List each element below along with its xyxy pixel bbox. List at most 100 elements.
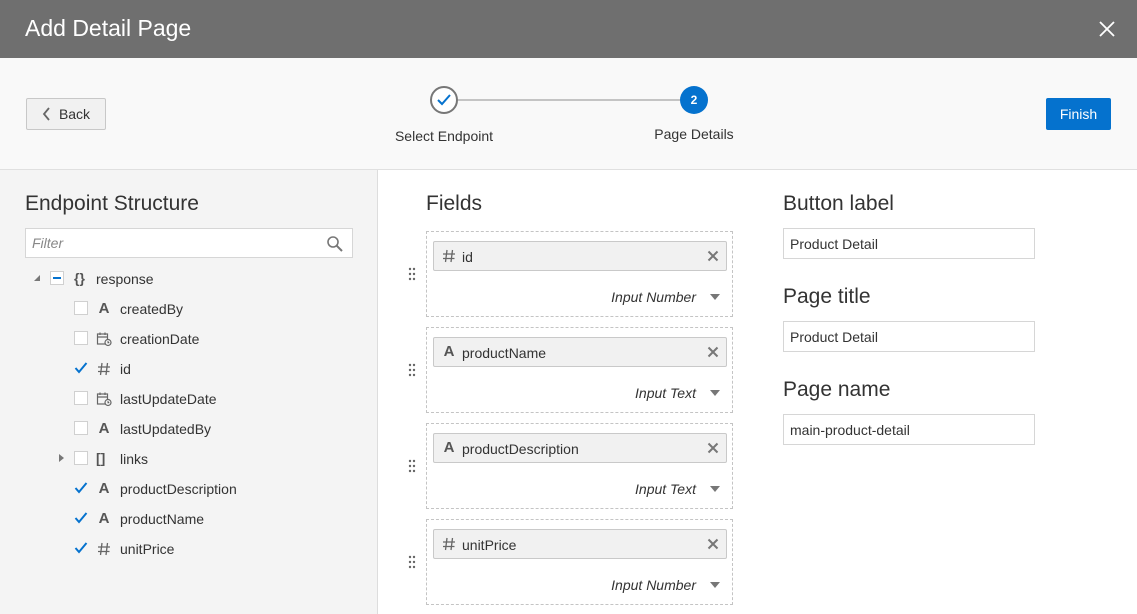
field-name: productDescription [462,441,579,457]
remove-icon[interactable] [707,250,719,262]
remove-icon[interactable] [707,538,719,550]
field-card-productdescription: A productDescription Input Text [426,423,733,509]
tree-item-links[interactable]: [] links [0,444,378,474]
page-title-input[interactable] [783,321,1035,352]
tree-item-lastupdatedate[interactable]: lastUpdateDate [0,384,378,414]
back-button-label: Back [58,106,91,122]
tree-item-label: lastUpdateDate [120,391,217,407]
close-icon[interactable] [1097,19,1117,39]
date-type-icon [96,392,112,407]
tree-item-label: productName [120,511,205,527]
step-connector [458,99,680,101]
search-icon[interactable] [326,235,344,253]
text-type-icon: A [443,439,455,456]
checkbox[interactable] [74,391,88,405]
checkmark-icon[interactable] [74,511,88,525]
braces-icon: {} [74,270,85,286]
number-type-icon [98,362,110,376]
chevron-left-icon [42,107,50,121]
checkbox[interactable] [74,331,88,345]
dropdown-caret-icon[interactable] [710,582,720,588]
step-select-endpoint[interactable] [430,86,458,114]
tree-item-productname[interactable]: A productName [0,504,378,534]
text-type-icon: A [98,420,110,437]
step-page-details[interactable]: 2 [680,86,708,114]
input-type-select[interactable]: Input Number [611,289,696,305]
endpoint-structure-panel: Endpoint Structure {} response A created… [0,170,378,614]
dropdown-caret-icon[interactable] [710,294,720,300]
drag-handle-icon[interactable] [408,267,416,281]
drag-handle-icon[interactable] [408,555,416,569]
checkmark-icon[interactable] [74,541,88,555]
tree-node-response: {} response [0,264,378,294]
expand-triangle-icon[interactable] [58,453,65,463]
collapse-triangle-icon[interactable] [33,274,41,282]
filter-input[interactable] [26,229,322,257]
remove-icon[interactable] [707,442,719,454]
tree-item-label: productDescription [120,481,237,497]
finish-button[interactable]: Finish [1046,98,1111,130]
field-card-productname: A productName Input Text [426,327,733,413]
checkbox[interactable] [74,301,88,315]
number-type-icon [443,537,455,551]
text-type-icon: A [98,300,110,317]
page-name-input[interactable] [783,414,1035,445]
input-type-select[interactable]: Input Text [635,385,696,401]
filter-box [25,228,353,258]
dropdown-caret-icon[interactable] [710,486,720,492]
fields-heading: Fields [426,192,483,215]
checkbox[interactable] [74,451,88,465]
dialog-header: Add Detail Page [0,0,1137,58]
tree-item-id[interactable]: id [0,354,378,384]
tree-item-label: unitPrice [120,541,175,557]
field-name: unitPrice [462,537,517,553]
remove-icon[interactable] [707,346,719,358]
input-type-select[interactable]: Input Number [611,577,696,593]
partial-mark-icon [53,277,61,279]
button-label-input[interactable] [783,228,1035,259]
tree-item-label: lastUpdatedBy [120,421,212,437]
number-type-icon [443,249,455,263]
field-chip: id [433,241,727,271]
tree-item-createdby[interactable]: A createdBy [0,294,378,324]
tree-item-label: links [120,451,149,467]
dialog-title: Add Detail Page [25,15,192,41]
checkmark-icon [437,94,451,106]
page-title-heading: Page title [783,285,871,308]
field-chip: unitPrice [433,529,727,559]
field-chip: A productName [433,337,727,367]
text-type-icon: A [443,343,455,360]
dropdown-caret-icon[interactable] [710,390,720,396]
endpoint-structure-heading: Endpoint Structure [25,192,199,215]
tree-item-label: createdBy [120,301,184,317]
back-button[interactable]: Back [26,98,106,130]
page-name-heading: Page name [783,378,891,401]
button-label-heading: Button label [783,192,894,215]
number-type-icon [98,542,110,556]
input-type-select[interactable]: Input Text [635,481,696,497]
checkmark-icon[interactable] [74,361,88,375]
tree-item-label: creationDate [120,331,200,347]
date-type-icon [96,332,112,347]
tree-item-productdescription[interactable]: A productDescription [0,474,378,504]
field-name: id [462,249,473,265]
drag-handle-icon[interactable] [408,363,416,377]
field-card-id: id Input Number [426,231,733,317]
drag-handle-icon[interactable] [408,459,416,473]
tree-item-creationdate[interactable]: creationDate [0,324,378,354]
checkbox[interactable] [74,421,88,435]
array-type-icon: [] [96,450,106,466]
step-select-endpoint-label: Select Endpoint [394,128,494,144]
tree-node-label: response [96,271,154,287]
checkmark-icon[interactable] [74,481,88,495]
field-chip: A productDescription [433,433,727,463]
field-name: productName [462,345,547,361]
tree-item-label: id [120,361,131,377]
text-type-icon: A [98,510,110,527]
tree-item-unitprice[interactable]: unitPrice [0,534,378,564]
tree-item-lastupdatedby[interactable]: A lastUpdatedBy [0,414,378,444]
field-card-unitprice: unitPrice Input Number [426,519,733,605]
partial-checkbox[interactable] [50,271,64,285]
text-type-icon: A [98,480,110,497]
wizard-bar: Back 2 Select Endpoint Page Details Fini… [0,58,1137,170]
